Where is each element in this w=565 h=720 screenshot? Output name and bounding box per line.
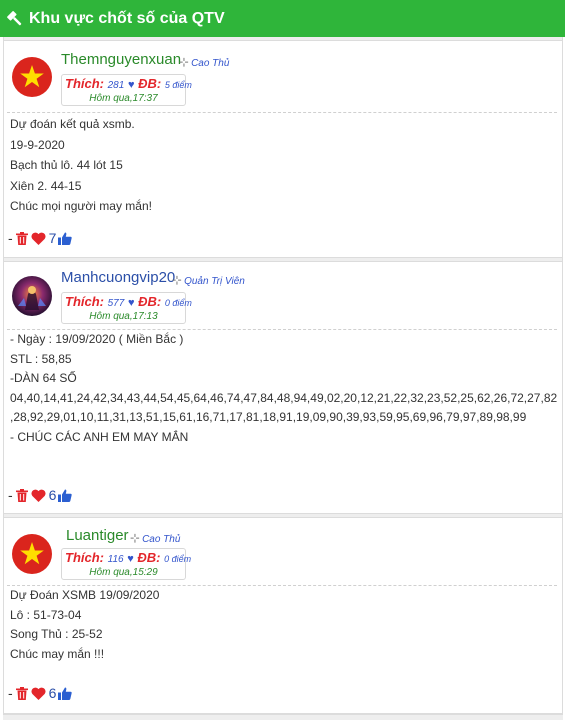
like-count: 6 xyxy=(48,685,57,701)
username-link[interactable]: Luantiger xyxy=(66,527,129,544)
heart-small-icon: ♥ xyxy=(127,297,135,309)
user-role: ⊹ Cao Thủ xyxy=(179,55,230,69)
thumbs-up-icon[interactable] xyxy=(58,687,73,700)
post-actions: - 7 xyxy=(8,230,73,246)
list-end-separator xyxy=(3,714,563,720)
username-link[interactable]: Manhcuongvip20 xyxy=(61,269,175,286)
user-stats-badge: Thích: 116 ♥ ĐB: 0 điểm Hôm qua,15:29 xyxy=(61,548,191,580)
post-content: Dự đoán kết quả xsmb. 19-9-2020 Bạch thủ… xyxy=(10,117,152,213)
section-title: Khu vực chốt số của QTV xyxy=(29,9,225,27)
move-icon: ⊹ xyxy=(179,55,190,69)
post-content: - Ngày : 19/09/2020 ( Miền Bắc ) STL : 5… xyxy=(10,332,558,444)
avatar[interactable] xyxy=(12,276,52,316)
thumbs-up-icon[interactable] xyxy=(58,489,73,502)
vietnam-flag-icon xyxy=(12,57,52,97)
username-link[interactable]: Themnguyenxuan xyxy=(61,51,181,68)
post-time: Hôm qua,17:37 xyxy=(89,93,158,104)
trash-icon[interactable] xyxy=(15,231,28,245)
heart-small-icon: ♥ xyxy=(127,553,134,565)
trash-icon[interactable] xyxy=(15,488,28,502)
post-actions: - 6 xyxy=(8,685,73,701)
heart-small-icon: ♥ xyxy=(127,79,135,91)
avatar[interactable] xyxy=(12,57,52,97)
like-count: 6 xyxy=(48,487,57,503)
heart-icon[interactable] xyxy=(31,232,46,245)
user-role: ⊹ Quản Trị Viên xyxy=(172,273,245,287)
heart-icon[interactable] xyxy=(31,489,46,502)
post-card: Manhcuongvip20 ⊹ Quản Trị Viên Thích: 577… xyxy=(3,258,563,514)
game-avatar-icon xyxy=(12,276,52,316)
move-icon: ⊹ xyxy=(172,273,183,287)
trash-icon[interactable] xyxy=(15,686,28,700)
post-time: Hôm qua,15:29 xyxy=(89,567,158,578)
vietnam-flag-icon xyxy=(12,534,52,574)
section-header: Khu vực chốt số của QTV xyxy=(0,0,565,37)
post-card: Themnguyenxuan ⊹ Cao Thủ Thích: 281 ♥ ĐB:… xyxy=(3,37,563,258)
avatar[interactable] xyxy=(12,534,52,574)
user-stats-badge: Thích: 281 ♥ ĐB: 5 điểm Hôm qua,17:37 xyxy=(61,74,192,106)
user-stats-badge: Thích: 577 ♥ ĐB: 0 điểm Hôm qua,17:13 xyxy=(61,292,192,324)
gavel-icon xyxy=(7,10,22,25)
move-icon: ⊹ xyxy=(130,531,141,545)
post-time: Hôm qua,17:13 xyxy=(89,311,158,322)
like-count: 7 xyxy=(48,230,57,246)
post-content: Dự Đoán XSMB 19/09/2020 Lô : 51-73-04 So… xyxy=(10,588,160,661)
heart-icon[interactable] xyxy=(31,687,46,700)
user-role: ⊹ Cao Thủ xyxy=(130,531,181,545)
post-card: Luantiger ⊹ Cao Thủ Thích: 116 ♥ ĐB: 0 đi… xyxy=(3,514,563,714)
thumbs-up-icon[interactable] xyxy=(58,232,73,245)
post-actions: - 6 xyxy=(8,487,73,503)
